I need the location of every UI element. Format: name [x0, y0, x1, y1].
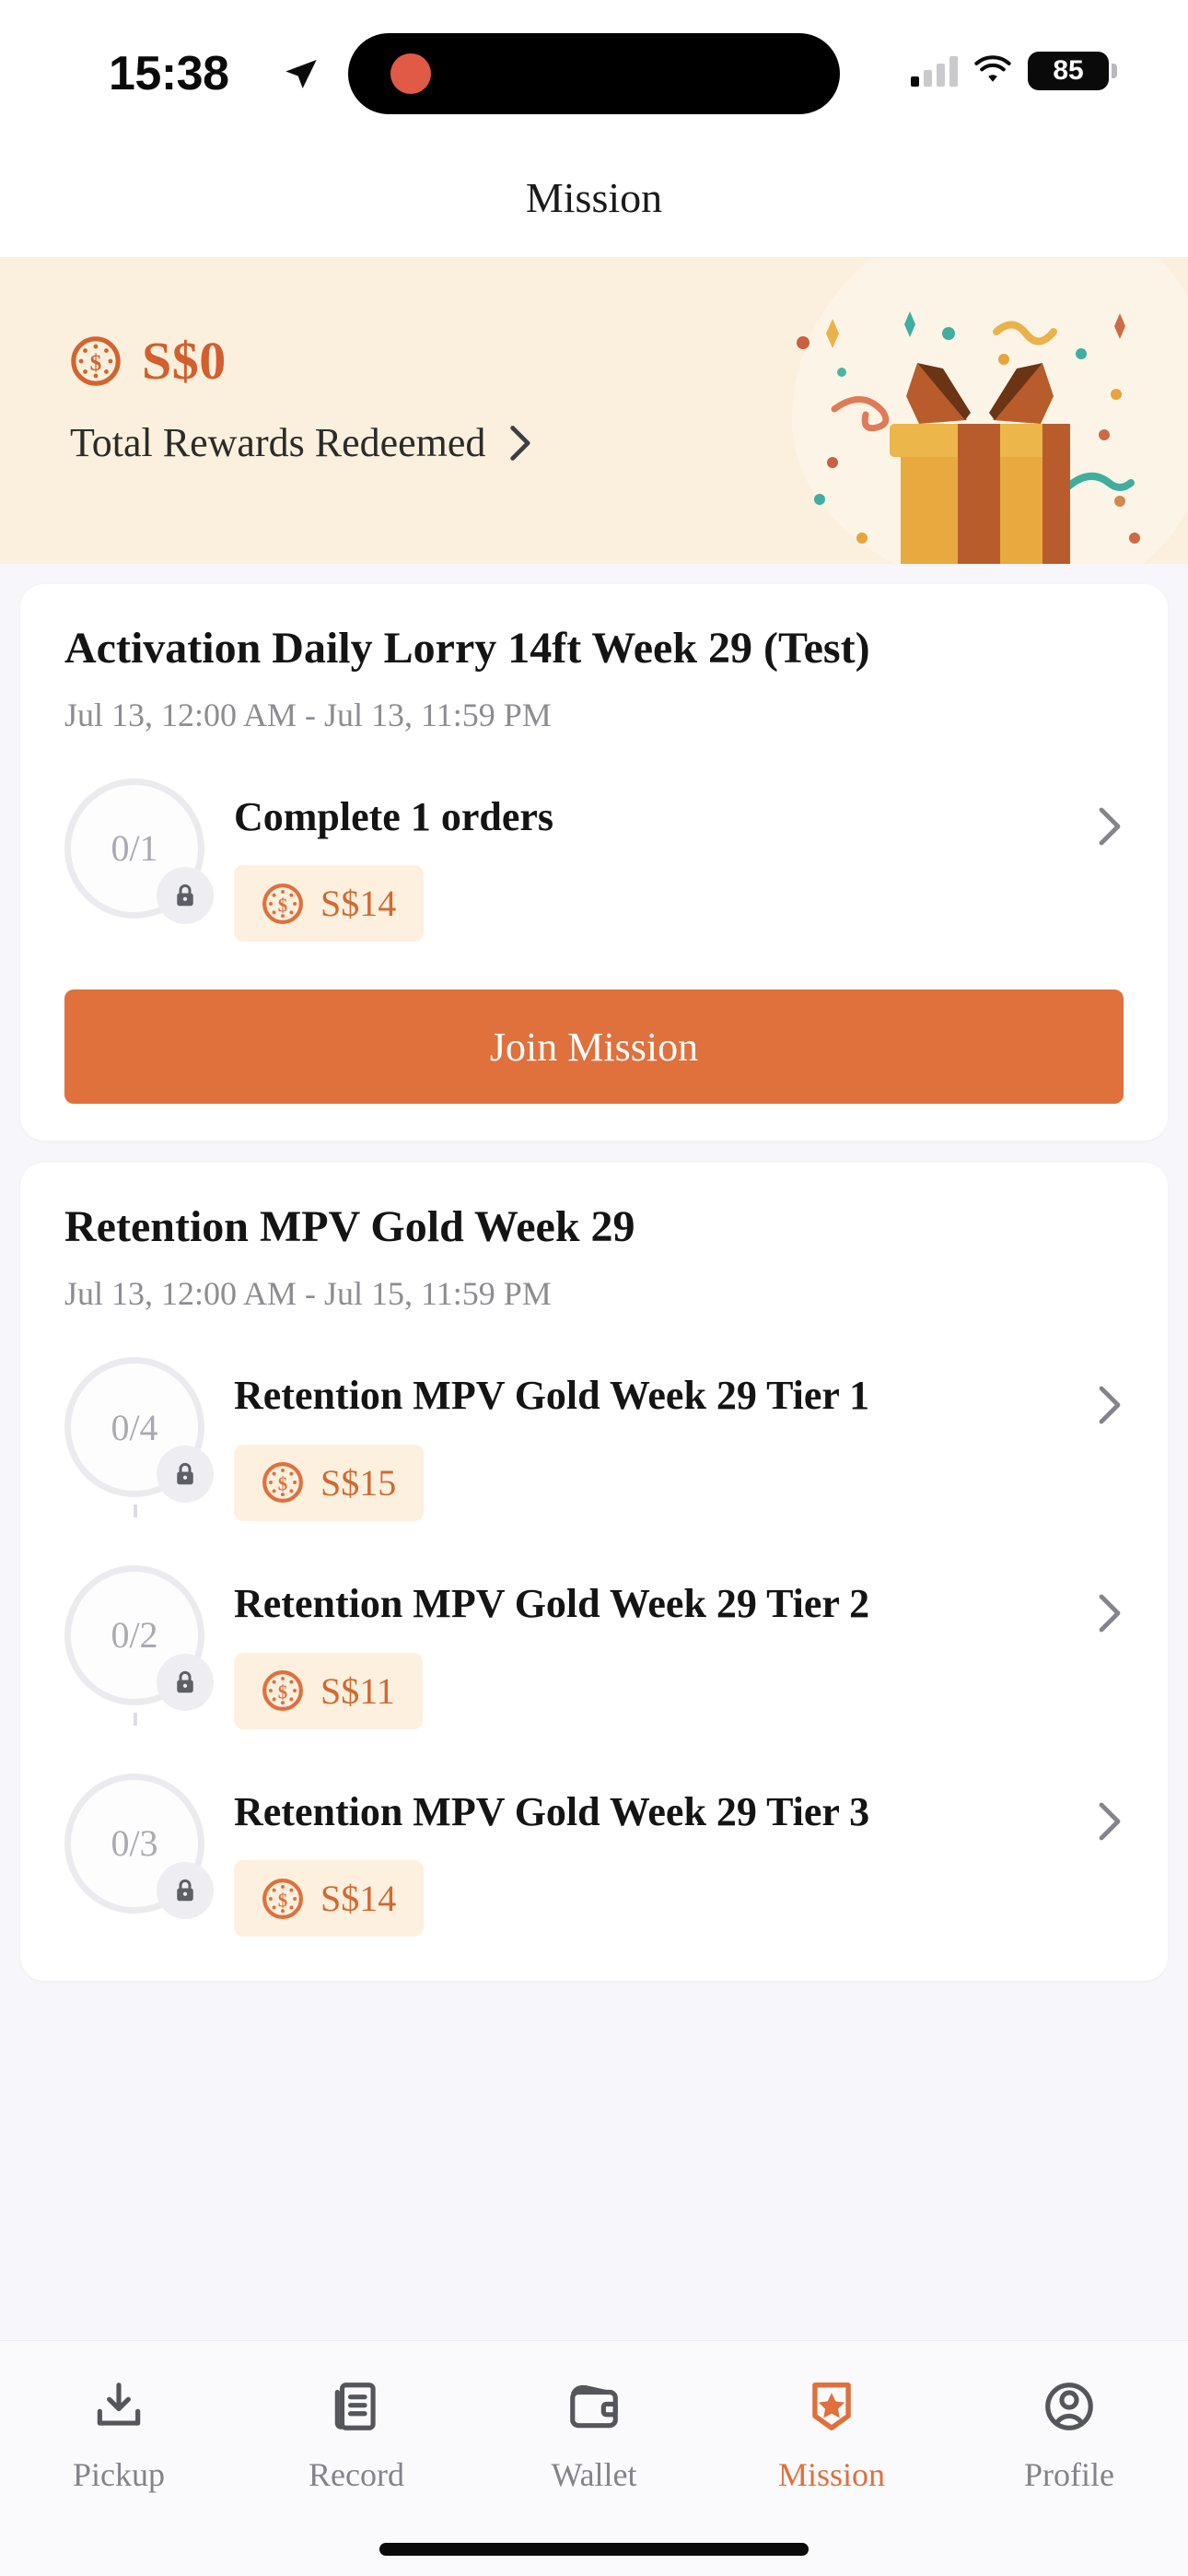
svg-text:$: $ — [278, 1889, 287, 1911]
tier-connector-line — [134, 1505, 137, 1517]
mission-date-range: Jul 13, 12:00 AM - Jul 15, 11:59 PM — [64, 1274, 1124, 1313]
coin-dollar-icon: $ — [262, 1669, 304, 1712]
mission-date-range: Jul 13, 12:00 AM - Jul 13, 11:59 PM — [64, 696, 1124, 734]
page-header: Mission — [0, 138, 1188, 258]
user-circle-icon — [1041, 2378, 1098, 2435]
lock-icon — [157, 1654, 214, 1711]
tab-label: Pickup — [73, 2455, 165, 2494]
tab-wallet[interactable]: Wallet — [475, 2378, 713, 2494]
lock-icon — [157, 867, 214, 924]
lock-icon — [157, 1446, 214, 1503]
tab-mission[interactable]: Mission — [713, 2378, 950, 2494]
task-progress: 0/2 — [64, 1565, 227, 1705]
tab-profile[interactable]: Profile — [950, 2378, 1188, 2494]
task-chevron[interactable] — [1068, 779, 1124, 849]
task-reward-value: S$14 — [320, 882, 396, 925]
task-name: Retention MPV Gold Week 29 Tier 1 — [234, 1372, 1068, 1421]
task-row[interactable]: 0/3 Retention MPV Gold Week 29 Tier 3 — [64, 1774, 1124, 1945]
tab-label: Wallet — [551, 2455, 636, 2494]
lock-icon — [157, 1862, 214, 1919]
badge-star-icon — [803, 2378, 860, 2435]
task-reward-value: S$11 — [320, 1669, 395, 1713]
task-reward-badge: $ S$14 — [234, 865, 424, 942]
coin-dollar-icon: $ — [262, 883, 304, 925]
coin-dollar-icon: $ — [262, 1878, 304, 1920]
task-list: 0/1 Complete 1 orders — [64, 779, 1124, 950]
task-reward-badge: $ S$15 — [234, 1445, 424, 1521]
page-title: Mission — [526, 173, 662, 222]
task-detail: Retention MPV Gold Week 29 Tier 3 $ S$14 — [227, 1774, 1068, 1938]
document-list-icon — [328, 2378, 385, 2435]
chevron-right-icon — [1094, 1383, 1124, 1427]
task-detail: Retention MPV Gold Week 29 Tier 2 $ S$11 — [227, 1565, 1068, 1729]
rewards-banner[interactable]: $ S$0 Total Rewards Redeemed — [0, 258, 1188, 564]
svg-text:$: $ — [278, 894, 287, 916]
task-reward-value: S$15 — [320, 1461, 396, 1505]
total-rewards-redeemed-link[interactable]: Total Rewards Redeemed — [70, 419, 1188, 466]
mission-list: Activation Daily Lorry 14ft Week 29 (Tes… — [0, 564, 1188, 2370]
mission-title: Activation Daily Lorry 14ft Week 29 (Tes… — [64, 623, 1124, 675]
tab-label: Mission — [778, 2455, 885, 2494]
mission-title: Retention MPV Gold Week 29 — [64, 1201, 1124, 1254]
task-row[interactable]: 0/4 Retention MPV Gold Week 29 Tier 1 — [64, 1357, 1124, 1565]
task-detail: Complete 1 orders $ S$14 — [227, 779, 1068, 943]
dynamic-island — [348, 33, 840, 114]
task-name: Retention MPV Gold Week 29 Tier 3 — [234, 1788, 1068, 1837]
battery-level-label: 85 — [1053, 57, 1083, 85]
cellular-signal-icon — [911, 55, 958, 87]
tier-connector-line — [134, 1713, 137, 1726]
join-mission-button[interactable]: Join Mission — [64, 989, 1124, 1104]
task-row[interactable]: 0/1 Complete 1 orders — [64, 779, 1124, 950]
task-progress: 0/1 — [64, 779, 227, 919]
download-tray-icon — [90, 2378, 147, 2435]
progress-value: 0/2 — [111, 1613, 157, 1657]
bottom-navigation: Pickup Record Wallet Mission Profile — [0, 2340, 1188, 2576]
task-progress: 0/3 — [64, 1774, 227, 1914]
tab-label: Profile — [1024, 2455, 1114, 2494]
status-bar-time: 15:38 — [109, 46, 229, 101]
svg-text:$: $ — [278, 1473, 287, 1495]
chevron-right-icon — [506, 423, 533, 463]
task-chevron[interactable] — [1068, 1357, 1124, 1427]
progress-value: 0/4 — [111, 1406, 157, 1449]
wallet-icon — [565, 2378, 623, 2435]
task-reward-badge: $ S$11 — [234, 1653, 423, 1729]
svg-text:$: $ — [90, 349, 102, 376]
battery-indicator: 85 — [1028, 52, 1109, 90]
home-indicator — [379, 2543, 809, 2556]
task-name: Complete 1 orders — [234, 793, 1068, 842]
task-row[interactable]: 0/2 Retention MPV Gold Week 29 Tier 2 — [64, 1565, 1124, 1774]
location-arrow-icon — [283, 55, 320, 97]
task-name: Retention MPV Gold Week 29 Tier 2 — [234, 1580, 1068, 1629]
total-rewards-amount-row: $ S$0 — [70, 330, 1188, 392]
task-chevron[interactable] — [1068, 1774, 1124, 1844]
task-reward-badge: $ S$14 — [234, 1860, 424, 1937]
chevron-right-icon — [1094, 804, 1124, 849]
recording-indicator-dot — [390, 53, 431, 94]
task-progress: 0/4 — [64, 1357, 227, 1497]
chevron-right-icon — [1094, 1799, 1124, 1844]
coin-dollar-icon: $ — [262, 1461, 304, 1504]
total-rewards-redeemed-label: Total Rewards Redeemed — [70, 419, 485, 466]
status-bar: 15:38 85 — [0, 0, 1188, 138]
chevron-right-icon — [1094, 1591, 1124, 1635]
task-chevron[interactable] — [1068, 1565, 1124, 1635]
total-rewards-amount: S$0 — [142, 330, 227, 392]
coin-dollar-icon: $ — [70, 335, 122, 387]
mission-card[interactable]: Activation Daily Lorry 14ft Week 29 (Tes… — [20, 584, 1168, 1141]
task-list: 0/4 Retention MPV Gold Week 29 Tier 1 — [64, 1357, 1124, 1944]
task-reward-value: S$14 — [320, 1877, 396, 1920]
mission-card[interactable]: Retention MPV Gold Week 29 Jul 13, 12:00… — [20, 1163, 1168, 1981]
task-detail: Retention MPV Gold Week 29 Tier 1 $ S$15 — [227, 1357, 1068, 1521]
svg-text:$: $ — [278, 1681, 287, 1704]
wifi-icon — [973, 55, 1013, 87]
status-bar-indicators: 85 — [911, 52, 1109, 90]
tab-pickup[interactable]: Pickup — [0, 2378, 238, 2494]
progress-value: 0/1 — [111, 826, 157, 870]
progress-value: 0/3 — [111, 1821, 157, 1865]
tab-record[interactable]: Record — [238, 2378, 475, 2494]
tab-label: Record — [309, 2455, 404, 2494]
